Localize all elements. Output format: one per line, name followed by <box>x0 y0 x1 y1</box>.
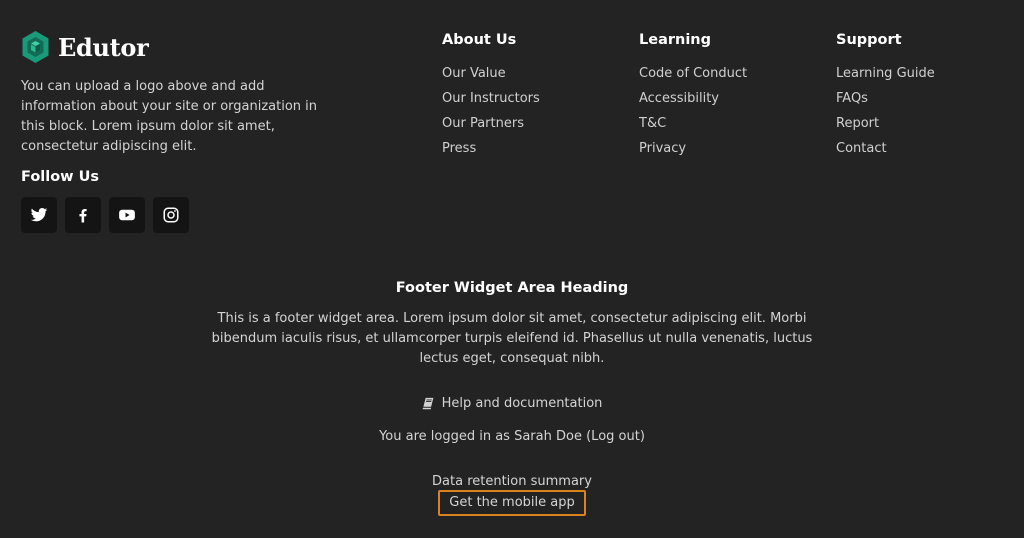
list-item: Contact <box>836 137 935 162</box>
column-heading-about: About Us <box>442 32 517 48</box>
help-documentation-link[interactable]: Help and documentation <box>442 396 603 411</box>
list-item: T&C <box>639 112 747 137</box>
user-profile-link[interactable]: Sarah Doe <box>514 429 582 444</box>
get-mobile-app-link[interactable]: Get the mobile app <box>438 490 586 516</box>
follow-us-heading: Follow Us <box>21 169 100 185</box>
link-privacy[interactable]: Privacy <box>639 141 686 156</box>
link-learning-guide[interactable]: Learning Guide <box>836 66 935 81</box>
list-item: Report <box>836 112 935 137</box>
footer-widget: Footer Widget Area Heading This is a foo… <box>0 280 1024 369</box>
list-item: Accessibility <box>639 87 747 112</box>
instagram-button[interactable] <box>153 197 189 233</box>
footer-column-learning: Learning Code of Conduct Accessibility T… <box>639 32 747 162</box>
link-report[interactable]: Report <box>836 116 879 131</box>
widget-heading: Footer Widget Area Heading <box>395 280 629 296</box>
list-item: Learning Guide <box>836 62 935 87</box>
link-our-instructors[interactable]: Our Instructors <box>442 91 540 106</box>
list-item: Our Value <box>442 62 540 87</box>
youtube-button[interactable] <box>109 197 145 233</box>
logout-link[interactable]: (Log out) <box>586 429 645 444</box>
twitter-icon <box>30 208 48 222</box>
brand-block: Edutor You can upload a logo above and a… <box>21 30 351 233</box>
facebook-icon <box>79 209 87 223</box>
link-press[interactable]: Press <box>442 141 476 156</box>
widget-text: This is a footer widget area. Lorem ipsu… <box>211 311 813 366</box>
link-our-partners[interactable]: Our Partners <box>442 116 524 131</box>
footer-column-support: Support Learning Guide FAQs Report Conta… <box>836 32 935 162</box>
link-list-support: Learning Guide FAQs Report Contact <box>836 62 935 162</box>
link-code-of-conduct[interactable]: Code of Conduct <box>639 66 747 81</box>
instagram-icon <box>163 207 179 223</box>
link-contact[interactable]: Contact <box>836 141 887 156</box>
facebook-button[interactable] <box>65 197 101 233</box>
link-accessibility[interactable]: Accessibility <box>639 91 719 106</box>
logo-text: Edutor <box>58 32 149 62</box>
help-documentation: Help and documentation <box>0 396 1024 411</box>
list-item: FAQs <box>836 87 935 112</box>
list-item: Our Partners <box>442 112 540 137</box>
list-item: Privacy <box>639 137 747 162</box>
column-heading-support: Support <box>836 32 902 48</box>
login-info: You are logged in as Sarah Doe (Log out) <box>0 429 1024 444</box>
twitter-button[interactable] <box>21 197 57 233</box>
list-item: Code of Conduct <box>639 62 747 87</box>
list-item: Press <box>442 137 540 162</box>
book-icon <box>422 397 433 410</box>
site-footer: Edutor You can upload a logo above and a… <box>0 0 1024 538</box>
footer-column-about: About Us Our Value Our Instructors Our P… <box>442 32 540 162</box>
link-our-value[interactable]: Our Value <box>442 66 506 81</box>
column-heading-learning: Learning <box>639 32 712 48</box>
data-retention: Data retention summary <box>0 474 1024 489</box>
site-logo[interactable]: Edutor <box>21 30 351 64</box>
link-faqs[interactable]: FAQs <box>836 91 868 106</box>
link-terms[interactable]: T&C <box>639 116 666 131</box>
data-retention-link[interactable]: Data retention summary <box>432 474 592 489</box>
link-list-learning: Code of Conduct Accessibility T&C Privac… <box>639 62 747 162</box>
youtube-icon <box>119 209 135 221</box>
login-prefix: You are logged in as <box>379 429 515 444</box>
list-item: Our Instructors <box>442 87 540 112</box>
logo-icon <box>22 31 49 63</box>
site-description: You can upload a logo above and add info… <box>21 79 318 154</box>
link-list-about: Our Value Our Instructors Our Partners P… <box>442 62 540 162</box>
mobile-app-wrap: Get the mobile app <box>0 490 1024 516</box>
social-links <box>21 197 351 233</box>
